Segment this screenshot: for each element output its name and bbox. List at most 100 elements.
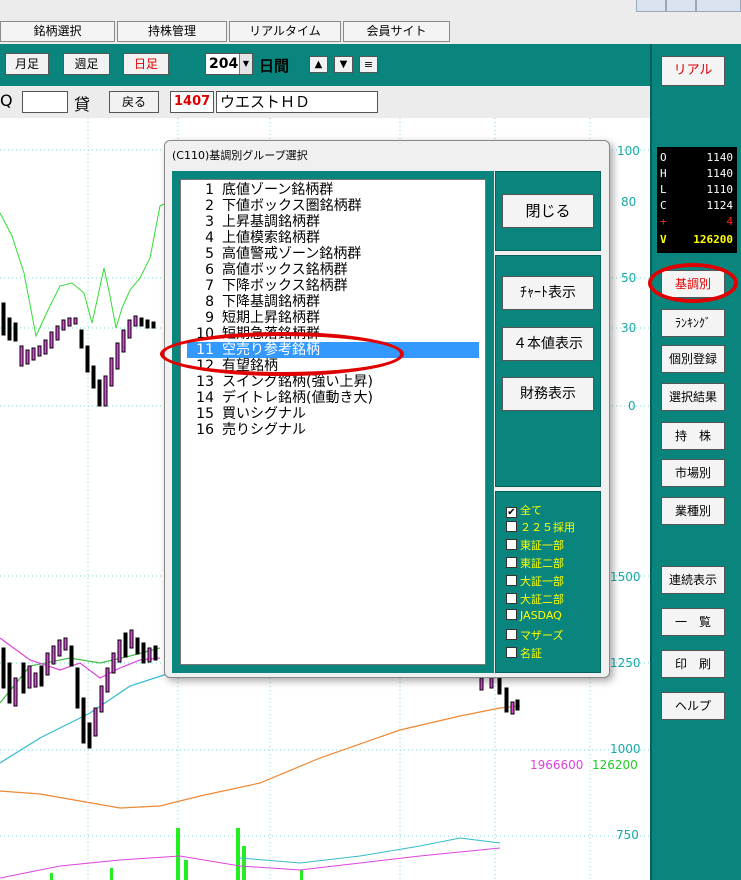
checkbox-icon: [506, 575, 517, 586]
market-checkbox[interactable]: 名証: [506, 645, 542, 661]
maximize-button[interactable]: [666, 0, 696, 12]
print-button[interactable]: 印 刷: [661, 650, 725, 678]
axis-label-0: 0: [628, 399, 636, 413]
market-checkbox[interactable]: 東証二部: [506, 555, 564, 571]
quote-row-change: +4: [660, 215, 733, 228]
list-item[interactable]: 16 売りシグナル: [181, 422, 481, 438]
menu-item-member-site[interactable]: 会員サイト: [343, 21, 450, 42]
dialog-title: (C110)基調別グループ選択: [172, 149, 308, 162]
chevron-down-icon: ▼: [239, 54, 252, 74]
menu-lines-icon[interactable]: ≡: [359, 56, 378, 73]
period-unit-label: 日間: [259, 57, 290, 75]
menu-item-stock-select[interactable]: 銘柄選択: [0, 21, 115, 42]
market-button[interactable]: 市場別: [661, 459, 725, 487]
highlight-oval-list-item: [160, 332, 404, 376]
fundamental-group-dialog: (C110)基調別グループ選択 1 底値ゾーン銘柄群 2 下値ボックス圏銘柄群 3上…: [164, 140, 610, 678]
quote-row-open: O 1140: [660, 151, 733, 164]
market-filter-panel: ✔ 全て ２２５採用 東証一部 東証二部 大証一部 大証二部 JASDAQ マザー…: [495, 491, 601, 673]
menu-bar: 銘柄選択 持株管理 リアルタイム 会員サイト: [0, 0, 741, 44]
list-item[interactable]: 2 下値ボックス圏銘柄群: [181, 198, 481, 214]
list-item[interactable]: 15 買いシグナル: [181, 406, 481, 422]
market-checkbox[interactable]: 東証一部: [506, 537, 564, 553]
checkbox-checked-icon: ✔: [506, 507, 517, 518]
list-item[interactable]: 14 デイトレ銘柄(値動き大): [181, 390, 481, 406]
axis-label-100: 100: [617, 144, 640, 158]
close-window-button[interactable]: [696, 0, 741, 12]
period-value: 204: [209, 56, 239, 72]
selection-result-button[interactable]: 選択結果: [661, 383, 725, 411]
help-button[interactable]: ヘルプ: [661, 692, 725, 720]
four-values-button[interactable]: ４本値表示: [502, 327, 594, 361]
monthly-button[interactable]: 月足: [5, 53, 49, 75]
daily-button[interactable]: 日足: [123, 53, 169, 75]
axis-label-1250: 1250: [610, 656, 641, 670]
list-item[interactable]: 13 スイング銘柄(強い上昇): [181, 374, 481, 390]
right-panel: リアル O 1140 H 1140 L 1110 C 1124 +4 V 126200 基…: [650, 44, 741, 880]
market-checkbox[interactable]: マザーズ: [506, 627, 563, 643]
list-button[interactable]: 一 覧: [661, 608, 725, 636]
axis-label-50: 50: [621, 271, 637, 285]
group-list[interactable]: 1 底値ゾーン銘柄群 2 下値ボックス圏銘柄群 3 上昇基調銘柄群 4 上値模索銘柄群 …: [180, 179, 486, 665]
highlight-oval-fundamental-button: [648, 263, 738, 303]
list-item[interactable]: 7 下降ボックス銘柄群: [181, 278, 481, 294]
list-item[interactable]: 8 下降基調銘柄群: [181, 294, 481, 310]
market-checkbox[interactable]: JASDAQ: [506, 609, 562, 625]
axis-label-30: 30: [621, 321, 637, 335]
dialog-close-panel: 閉じる: [495, 171, 601, 251]
weekly-button[interactable]: 週足: [63, 53, 110, 75]
chart-view-button[interactable]: ﾁｬｰﾄ表示: [502, 276, 594, 310]
financial-button[interactable]: 財務表示: [502, 377, 594, 411]
back-button[interactable]: 戻る: [109, 91, 159, 113]
market-checkbox[interactable]: 大証二部: [506, 591, 564, 607]
axis-label-80: 80: [621, 195, 637, 209]
axis-label-750: 750: [616, 828, 639, 842]
checkbox-icon: [506, 609, 517, 620]
market-checkbox[interactable]: 大証一部: [506, 573, 564, 589]
down-arrow-icon[interactable]: ▼: [334, 56, 353, 73]
volume-value-2: 126200: [592, 758, 638, 772]
checkbox-icon: [506, 521, 517, 532]
checkbox-icon: [506, 539, 517, 550]
quote-row-volume: V 126200: [660, 233, 733, 246]
list-item[interactable]: 5 高値警戒ゾーン銘柄群: [181, 246, 481, 262]
market-checkbox[interactable]: ✔ 全て: [506, 502, 542, 518]
axis-label-1000: 1000: [610, 742, 641, 756]
holdings-button[interactable]: 持 株: [661, 422, 725, 450]
lending-label: 貸: [74, 95, 91, 114]
market-suffix: Q: [0, 91, 13, 110]
individual-register-button[interactable]: 個別登録: [661, 345, 725, 373]
menu-item-realtime[interactable]: リアルタイム: [229, 21, 341, 42]
list-item[interactable]: 6 高値ボックス銘柄群: [181, 262, 481, 278]
list-item[interactable]: 3 上昇基調銘柄群: [181, 214, 481, 230]
quote-row-close: C 1124: [660, 199, 733, 212]
quote-row-low: L 1110: [660, 183, 733, 196]
period-select[interactable]: 204 ▼: [205, 53, 253, 75]
checkbox-icon: [506, 557, 517, 568]
quote-row-high: H 1140: [660, 167, 733, 180]
stock-toolbar: Q 貸 戻る 1407 ウエストＨＤ: [0, 86, 650, 118]
stock-code-field[interactable]: 1407: [170, 91, 214, 113]
market-checkbox[interactable]: ２２５採用: [506, 519, 575, 535]
list-item[interactable]: 1 底値ゾーン銘柄群: [181, 182, 481, 198]
checkbox-icon: [506, 593, 517, 604]
checkbox-icon: [506, 629, 517, 640]
stock-name-field: ウエストＨＤ: [216, 91, 378, 113]
period-toolbar: 月足 週足 日足 204 ▼ 日間 ▲ ▼ ≡: [0, 44, 650, 86]
group-list-frame: 1 底値ゾーン銘柄群 2 下値ボックス圏銘柄群 3 上昇基調銘柄群 4 上値模索銘柄群 …: [172, 171, 494, 673]
minimize-button[interactable]: [636, 0, 666, 12]
dialog-view-panel: ﾁｬｰﾄ表示 ４本値表示 財務表示: [495, 255, 601, 487]
ranking-button[interactable]: ﾗﾝｷﾝｸﾞ: [661, 309, 725, 337]
checkbox-icon: [506, 647, 517, 658]
close-button[interactable]: 閉じる: [502, 194, 594, 228]
list-item[interactable]: 9 短期上昇銘柄群: [181, 310, 481, 326]
blank-field: [22, 91, 68, 113]
volume-value-1: 1966600: [530, 758, 584, 772]
realtime-button[interactable]: リアル: [661, 56, 725, 86]
industry-button[interactable]: 業種別: [661, 497, 725, 525]
list-item[interactable]: 4 上値模索銘柄群: [181, 230, 481, 246]
axis-label-1500: 1500: [610, 570, 641, 584]
quote-board: O 1140 H 1140 L 1110 C 1124 +4 V 126200: [657, 147, 737, 253]
menu-item-holdings[interactable]: 持株管理: [117, 21, 227, 42]
continuous-view-button[interactable]: 連続表示: [661, 566, 725, 594]
up-arrow-icon[interactable]: ▲: [309, 56, 328, 73]
